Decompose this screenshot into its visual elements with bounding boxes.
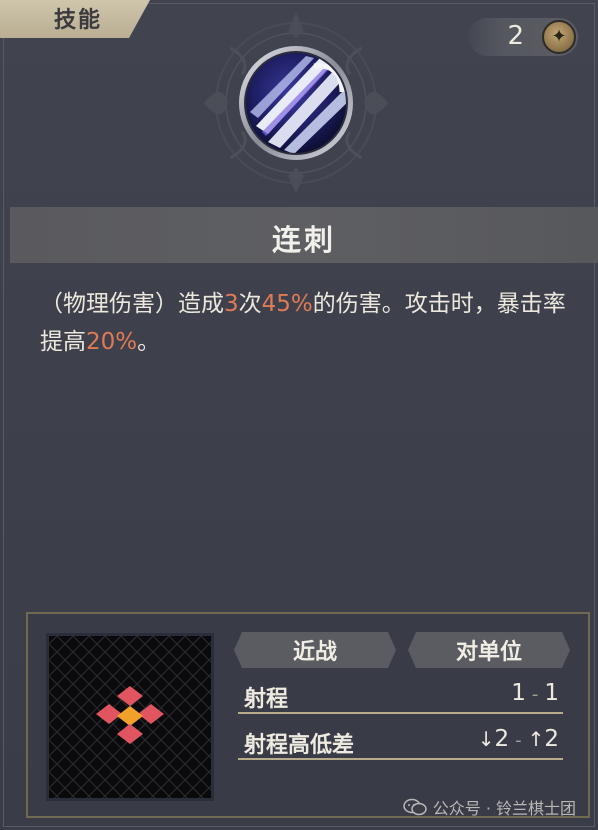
skill-point-counter: 2 ✦ — [468, 18, 578, 56]
arrow-down-icon: ↓ — [477, 727, 495, 751]
target-type-tag: 对单位 — [408, 632, 570, 668]
range-min: 1 — [511, 680, 526, 706]
attack-type-tag: 近战 — [234, 632, 396, 668]
wechat-icon — [402, 798, 427, 816]
range-dash: - — [531, 684, 539, 705]
desc-hits: 3 — [224, 291, 239, 317]
range-max: 1 — [544, 680, 559, 706]
desc-part1: （物理伤害）造成 — [40, 291, 224, 317]
range-label: 射程 — [244, 687, 289, 712]
star-icon: ✦ — [542, 20, 576, 54]
range-row: 射程 1-1 — [238, 676, 563, 714]
desc-crit-pct: 20% — [86, 329, 138, 355]
range-grid — [49, 636, 211, 798]
range-value: 1-1 — [511, 680, 559, 706]
skill-title: 连刺 — [271, 223, 336, 257]
slash-sphere-icon — [204, 13, 388, 193]
watermark: 公众号 · 铃兰棋士团 — [402, 795, 576, 819]
height-diff-value: ↓2- ↑2 — [478, 726, 559, 752]
arrow-up-icon: ↑ — [527, 727, 545, 751]
height-down: 2 — [494, 726, 510, 752]
skill-panel: 技能 2 ✦ 连刺 （物理伤害）造成3次45%的伤害。攻击时，暴击率提高20%。… — [0, 0, 598, 830]
height-diff-label: 射程高低差 — [244, 733, 355, 758]
height-diff-row: 射程高低差 ↓2- ↑2 — [238, 722, 563, 760]
skill-title-bar: 连刺 — [10, 207, 598, 263]
desc-part2: 次 — [238, 291, 262, 317]
desc-part4: 。 — [137, 329, 161, 355]
height-up: 2 — [544, 726, 559, 752]
skill-info-box: 近战 对单位 射程 1-1 射程高低差 ↓2- ↑2 — [26, 612, 590, 818]
watermark-text: 公众号 · 铃兰棋士团 — [432, 799, 576, 818]
range-pattern-icon — [46, 633, 214, 801]
row-divider — [238, 758, 563, 760]
height-dash: - — [515, 730, 522, 751]
counter-value: 2 — [507, 21, 524, 51]
skill-description: （物理伤害）造成3次45%的伤害。攻击时，暴击率提高20%。 — [40, 285, 570, 361]
skill-tab[interactable]: 技能 — [0, 0, 150, 38]
row-divider — [238, 712, 563, 714]
tab-label: 技能 — [54, 8, 103, 33]
desc-damage-pct: 45% — [261, 291, 313, 317]
